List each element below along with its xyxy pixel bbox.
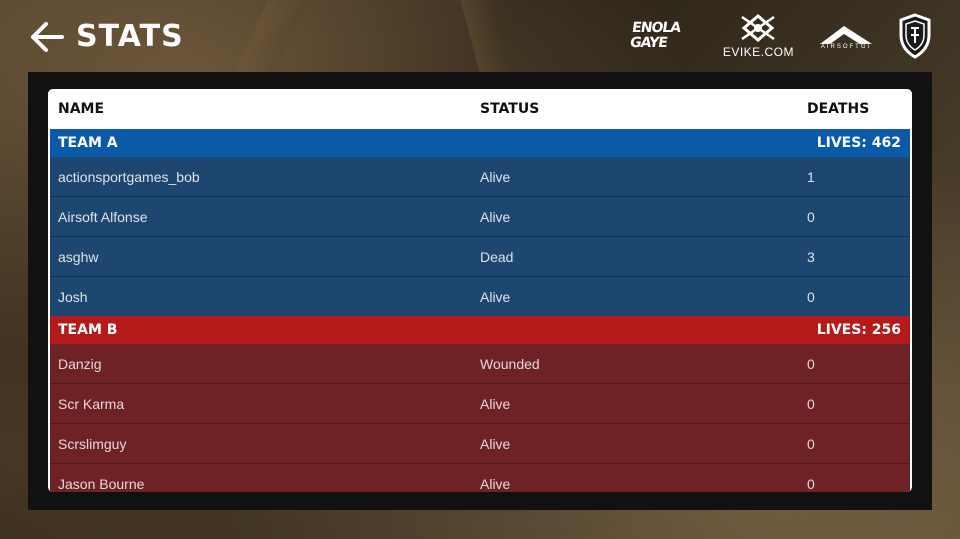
table-row[interactable]: Airsoft Alfonse Alive 0 (50, 197, 910, 237)
player-name: Danzig (58, 355, 102, 372)
team-lives: LIVES: 462 (816, 135, 901, 151)
enola-gaye-logo-text: ENOLA GAYE (628, 20, 681, 51)
evike-emblem-icon (741, 14, 776, 42)
player-deaths: 1 (807, 168, 815, 185)
player-status: Alive (480, 475, 511, 492)
top-bar: STATS ENOLA GAYE EVIKE.COM AIRSOFTGI (0, 0, 960, 72)
team-name: TEAM B (58, 322, 118, 338)
evike-logo-text: EVIKE.COM (722, 45, 794, 59)
enola-gaye-logo: ENOLA GAYE (628, 20, 701, 51)
player-name: asghw (58, 248, 99, 265)
player-status: Alive (480, 288, 511, 305)
table-row[interactable]: Jason Bourne Alive 0 (50, 464, 910, 492)
evike-logo: EVIKE.COM (723, 13, 794, 59)
table-row[interactable]: Scrslimguy Alive 0 (50, 424, 910, 464)
table-header: NAME STATUS DEATHS (48, 89, 912, 129)
table-row[interactable]: asghw Dead 3 (50, 237, 910, 277)
player-status: Alive (480, 395, 511, 412)
player-name: actionsportgames_bob (58, 168, 200, 185)
player-deaths: 0 (807, 355, 815, 372)
sponsor-logos: ENOLA GAYE EVIKE.COM AIRSOFTGI (628, 8, 932, 64)
team-a-header: TEAM A LIVES: 462 (50, 129, 910, 157)
player-deaths: 3 (807, 248, 815, 265)
player-name: Jason Bourne (58, 475, 145, 492)
column-header-name: NAME (58, 101, 105, 117)
team-lives: LIVES: 256 (816, 322, 901, 338)
stats-panel: NAME STATUS DEATHS TEAM A LIVES: 462 act… (28, 72, 932, 510)
player-deaths: 0 (807, 475, 815, 492)
table-row[interactable]: Scr Karma Alive 0 (50, 384, 910, 424)
back-button[interactable] (30, 20, 64, 54)
airsoftgi-logo: AIRSOFTGI (816, 22, 876, 50)
airsoftgi-logo-text: AIRSOFTGI (820, 44, 872, 50)
stats-table: NAME STATUS DEATHS TEAM A LIVES: 462 act… (48, 89, 912, 492)
player-deaths: 0 (807, 208, 815, 225)
team-b-players: Danzig Wounded 0 Scr Karma Alive 0 Scrsl… (50, 344, 910, 492)
page-title: STATS (76, 19, 184, 54)
arrow-left-icon (31, 22, 64, 52)
stats-screen: STATS ENOLA GAYE EVIKE.COM AIRSOFTGI NAM… (0, 0, 960, 539)
team-b-header: TEAM B LIVES: 256 (50, 316, 910, 344)
player-deaths: 0 (807, 395, 815, 412)
player-status: Wounded (480, 355, 540, 372)
player-name: Scr Karma (58, 395, 125, 412)
table-row[interactable]: Danzig Wounded 0 (50, 344, 910, 384)
team-name: TEAM A (58, 135, 118, 151)
player-status: Dead (480, 248, 514, 265)
player-name: Scrslimguy (58, 435, 127, 452)
shield-icon (899, 13, 931, 59)
shield-logo (898, 13, 932, 59)
table-row[interactable]: Josh Alive 0 (50, 277, 910, 316)
column-header-status: STATUS (480, 101, 540, 117)
column-header-deaths: DEATHS (807, 101, 870, 117)
player-deaths: 0 (807, 288, 815, 305)
player-status: Alive (480, 208, 511, 225)
team-a-players: actionsportgames_bob Alive 1 Airsoft Alf… (50, 157, 910, 316)
table-row[interactable]: actionsportgames_bob Alive 1 (50, 157, 910, 197)
player-status: Alive (480, 435, 511, 452)
player-name: Airsoft Alfonse (58, 208, 148, 225)
player-status: Alive (480, 168, 511, 185)
player-deaths: 0 (807, 435, 815, 452)
player-name: Josh (58, 288, 88, 305)
